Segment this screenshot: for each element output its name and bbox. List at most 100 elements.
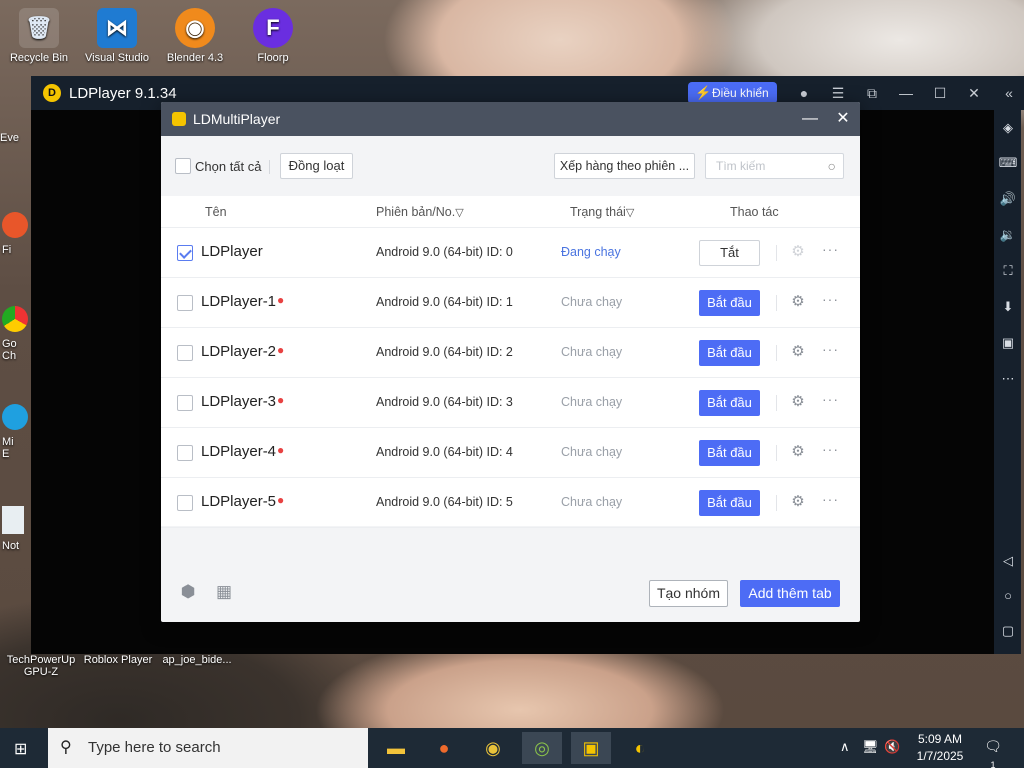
install-apk-icon[interactable]: ⬇	[998, 297, 1018, 317]
start-button[interactable]: Bắt đầu	[699, 490, 760, 516]
create-group-button[interactable]: Tạo nhóm	[649, 580, 728, 607]
home-icon[interactable]: ○	[998, 586, 1018, 606]
settings-icon[interactable]: ⚙	[789, 393, 807, 411]
ldmultiplayer-taskbar-icon[interactable]: ▣	[571, 732, 611, 764]
chrome-icon[interactable]: ◉	[473, 732, 513, 764]
keyboard-icon[interactable]: ⌨	[998, 153, 1018, 173]
account-icon[interactable]: ●	[795, 84, 813, 102]
instance-status: Chưa chạy	[561, 395, 623, 409]
desktop-icon-partial[interactable]: Mi E	[2, 404, 30, 460]
notification-center-icon[interactable]: 🗨1	[982, 738, 1004, 768]
more-options-icon[interactable]: ···	[822, 241, 839, 257]
firefox-icon[interactable]: ●	[424, 732, 464, 764]
taskbar-search-input[interactable]: ⚲ Type here to search	[48, 728, 368, 768]
more-options-icon[interactable]: ···	[822, 391, 839, 407]
restore-layout-icon[interactable]: ⧉	[863, 84, 881, 102]
table-row[interactable]: LDPlayer-1● Android 9.0 (64-bit) ID: 1 C…	[161, 278, 860, 328]
desktop-icon-partial[interactable]: Fi	[2, 212, 30, 256]
back-icon[interactable]: ◁	[998, 551, 1018, 571]
stop-button[interactable]: Tắt	[699, 240, 760, 266]
desktop-icon-partial[interactable]: Eve	[0, 132, 30, 144]
start-button[interactable]: Bắt đầu	[699, 290, 760, 316]
more-options-icon[interactable]: ···	[822, 291, 839, 307]
table-row[interactable]: LDPlayer Android 9.0 (64-bit) ID: 0 Đang…	[161, 228, 860, 278]
instance-name: LDPlayer-2●	[201, 343, 285, 360]
row-checkbox[interactable]	[177, 295, 193, 311]
file-explorer-icon[interactable]: ▬	[376, 732, 416, 764]
record-icon[interactable]: ▣	[998, 333, 1018, 353]
select-all-checkbox[interactable]	[175, 158, 191, 174]
column-action: Thao tác	[730, 205, 779, 219]
maximize-icon[interactable]: ☐	[931, 84, 949, 102]
more-options-icon[interactable]: ···	[822, 441, 839, 457]
windows-start-icon[interactable]: ⊞	[14, 739, 27, 759]
chrome-icon	[2, 306, 28, 332]
instance-status: Chưa chạy	[561, 445, 623, 459]
add-tab-button[interactable]: Add thêm tab	[740, 580, 840, 607]
instance-name: LDPlayer	[201, 243, 263, 260]
ldmultiplayer-taskbar-icon[interactable]: ◎	[522, 732, 562, 764]
row-checkbox[interactable]	[177, 395, 193, 411]
network-icon[interactable]: 🖥	[862, 739, 879, 755]
more-options-icon[interactable]: ···	[822, 491, 839, 507]
desktop-icon-partial[interactable]: Go Ch	[2, 306, 30, 362]
start-button[interactable]: Bắt đầu	[699, 390, 760, 416]
divider	[776, 245, 777, 261]
desktop-icon-partial[interactable]: Not	[2, 506, 30, 552]
search-input[interactable]: Tìm kiếm ○	[705, 153, 844, 179]
minimize-icon[interactable]: —	[897, 84, 915, 102]
sort-by-version-button[interactable]: Xếp hàng theo phiên ...	[554, 153, 695, 179]
edge-icon	[2, 404, 28, 430]
start-button[interactable]: Bắt đầu	[699, 440, 760, 466]
lightning-icon: ⚡	[695, 85, 712, 100]
table-row[interactable]: LDPlayer-4● Android 9.0 (64-bit) ID: 4 C…	[161, 428, 860, 478]
minimize-icon[interactable]: —	[801, 110, 819, 128]
show-hidden-icons-icon[interactable]: ∧	[840, 739, 850, 755]
volume-up-icon[interactable]: 🔊	[998, 189, 1018, 209]
row-checkbox[interactable]	[177, 245, 193, 261]
volume-down-icon[interactable]: 🔉	[998, 225, 1018, 245]
close-icon[interactable]: ✕	[834, 110, 852, 128]
table-row[interactable]: LDPlayer-2● Android 9.0 (64-bit) ID: 2 C…	[161, 328, 860, 378]
volume-muted-icon[interactable]: 🔇	[884, 739, 900, 755]
settings-icon[interactable]: ⚙	[789, 493, 807, 511]
gamepad-icon[interactable]: ◈	[998, 118, 1018, 138]
filter-icon[interactable]: ▽	[455, 207, 463, 219]
control-button[interactable]: ⚡ Điều khiển	[688, 82, 777, 104]
menu-icon[interactable]: ☰	[829, 84, 847, 102]
instance-status: Chưa chạy	[561, 345, 623, 359]
unsaved-dot: ●	[277, 493, 285, 507]
desktop-icon-blender[interactable]: ◉ Blender 4.3	[160, 8, 230, 64]
table-row[interactable]: LDPlayer-3● Android 9.0 (64-bit) ID: 3 C…	[161, 378, 860, 428]
clock[interactable]: 5:09 AM 1/7/2025	[910, 732, 970, 763]
column-status[interactable]: Trạng thái▽	[570, 205, 634, 219]
grid-view-icon[interactable]: ▦	[214, 582, 234, 602]
row-checkbox[interactable]	[177, 345, 193, 361]
close-icon[interactable]: ✕	[965, 84, 983, 102]
desktop-icon-file[interactable]: ap_joe_bide...	[158, 654, 236, 666]
desktop-icon-roblox[interactable]: Roblox Player	[80, 654, 156, 666]
collapse-sidebar-icon[interactable]: «	[994, 76, 1024, 110]
divider	[776, 495, 777, 511]
settings-icon[interactable]: ⚙	[789, 443, 807, 461]
more-options-icon[interactable]: ···	[822, 341, 839, 357]
fullscreen-icon[interactable]: ⛶	[998, 261, 1018, 281]
row-checkbox[interactable]	[177, 495, 193, 511]
row-checkbox[interactable]	[177, 445, 193, 461]
batch-button[interactable]: Đồng loạt	[280, 153, 353, 179]
start-button[interactable]: Bắt đầu	[699, 340, 760, 366]
desktop-icon-recycle-bin[interactable]: 🗑 Recycle Bin	[4, 8, 74, 64]
ldplayer-taskbar-icon[interactable]: ◐	[620, 732, 660, 764]
settings-icon[interactable]: ⬢	[178, 582, 198, 602]
toolbar-divider	[269, 160, 270, 174]
column-version[interactable]: Phiên bản/No.▽	[376, 205, 464, 219]
more-tools-icon[interactable]: ⋯	[998, 369, 1018, 389]
settings-icon[interactable]: ⚙	[789, 293, 807, 311]
recents-icon[interactable]: ▢	[998, 621, 1018, 641]
desktop-icon-visual-studio[interactable]: ⋈ Visual Studio	[82, 8, 152, 64]
filter-icon[interactable]: ▽	[626, 207, 634, 219]
table-row[interactable]: LDPlayer-5● Android 9.0 (64-bit) ID: 5 C…	[161, 478, 860, 528]
desktop-icon-floorp[interactable]: F Floorp	[238, 8, 308, 64]
desktop-icon-gpu-z[interactable]: TechPowerUp GPU-Z	[2, 654, 80, 678]
settings-icon[interactable]: ⚙	[789, 343, 807, 361]
